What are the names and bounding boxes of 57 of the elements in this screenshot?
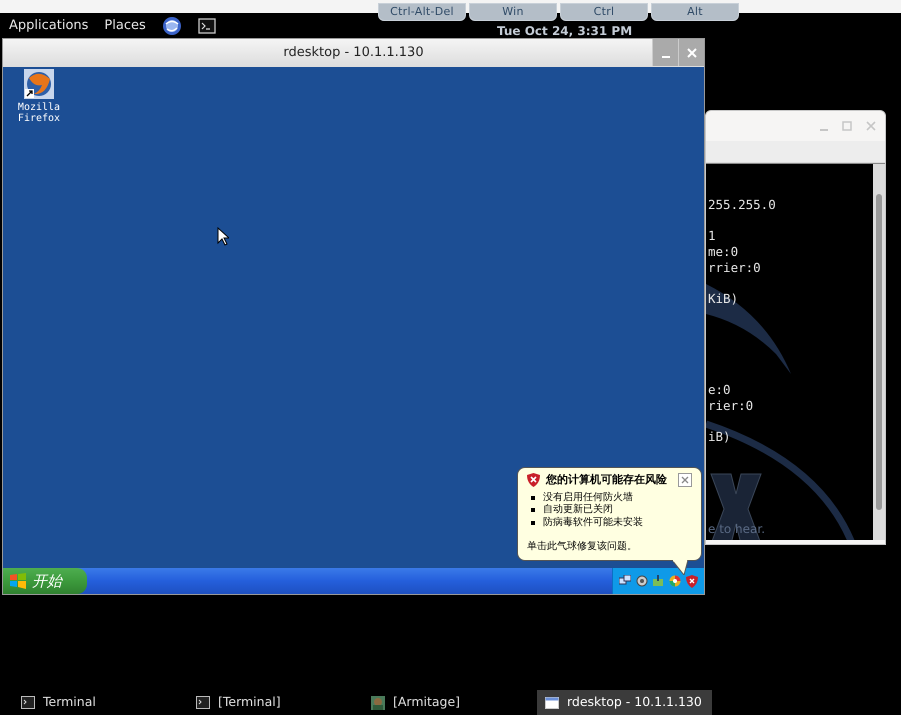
- balloon-item: 自动更新已关闭: [543, 504, 613, 516]
- bullet-icon: [531, 508, 535, 512]
- key-button[interactable]: Ctrl-Alt-Del: [378, 3, 466, 21]
- network-icon: [619, 575, 632, 587]
- balloon-message: 单击此气球修复该问题。: [527, 540, 638, 554]
- window-title: rdesktop - 10.1.1.130: [283, 44, 424, 62]
- terminal-line: 1: [708, 228, 717, 244]
- balloon-tail-drawing: [672, 560, 688, 575]
- scrollbar[interactable]: [873, 164, 885, 540]
- balloon-title: 您的计算机可能存在风险: [546, 472, 667, 488]
- notification-balloon[interactable]: 您的计算机可能存在风险 没有启用任何防火墙 自动更新已关闭 防病毒软件可能未安装 单击此气球修复该问题。: [517, 467, 702, 561]
- armitage-icon: [371, 696, 385, 710]
- taskbar-button[interactable]: rdesktop - 10.1.1.130: [537, 690, 712, 715]
- taskbar-button[interactable]: [Armitage]: [368, 690, 464, 715]
- bullet-icon: [531, 496, 535, 500]
- close-icon: [686, 48, 696, 58]
- key-button[interactable]: Alt: [651, 3, 739, 21]
- terminal-icon: [196, 696, 210, 709]
- key-button[interactable]: Win: [469, 3, 557, 21]
- close-button[interactable]: [678, 39, 704, 66]
- terminal-icon: [198, 18, 217, 34]
- menu-button[interactable]: Places: [104, 16, 146, 36]
- speaker-icon: [636, 575, 648, 587]
- terminal-line: me:0: [708, 244, 740, 260]
- terminal-line: KiB): [708, 291, 740, 307]
- taskbar-button[interactable]: Terminal: [18, 690, 99, 715]
- balloon-item: 没有启用任何防火墙: [543, 492, 633, 504]
- color-wheel-icon: [669, 575, 682, 587]
- terminal-line: e:0: [708, 382, 732, 398]
- key-button[interactable]: Ctrl: [560, 3, 648, 21]
- bullet-icon: [531, 520, 535, 525]
- update-icon: [652, 575, 664, 587]
- minimize-icon: [820, 129, 828, 131]
- globe-fox-icon: [24, 69, 54, 99]
- window-icon: [545, 696, 559, 708]
- maximize-icon: [842, 121, 852, 131]
- close-button[interactable]: [678, 473, 692, 488]
- menu-button[interactable]: Applications: [9, 16, 88, 36]
- windows-logo-icon: [9, 573, 27, 589]
- wallpaper-text: e to hear.: [708, 521, 766, 538]
- terminal-line: 255.255.0: [708, 197, 777, 213]
- balloon-item: 防病毒软件可能未安装: [543, 516, 643, 529]
- taskbar-button[interactable]: [Terminal]: [193, 690, 284, 715]
- close-icon: [866, 121, 876, 131]
- terminal-line: rrier:0: [708, 260, 762, 276]
- shield-icon: [527, 473, 540, 488]
- close-icon: [681, 476, 689, 484]
- terminal-line: iB): [708, 429, 732, 445]
- globe-icon: [162, 16, 182, 36]
- start-button[interactable]: 开始: [3, 568, 87, 594]
- shield-icon: [686, 574, 698, 588]
- terminal-line: rier:0: [708, 398, 754, 414]
- terminal-icon: [21, 696, 35, 709]
- minimize-icon: [662, 56, 670, 58]
- clock: Tue Oct 24, 3:31 PM: [497, 23, 632, 40]
- minimize-button[interactable]: [652, 39, 678, 66]
- mouse-pointer-icon: [217, 227, 229, 246]
